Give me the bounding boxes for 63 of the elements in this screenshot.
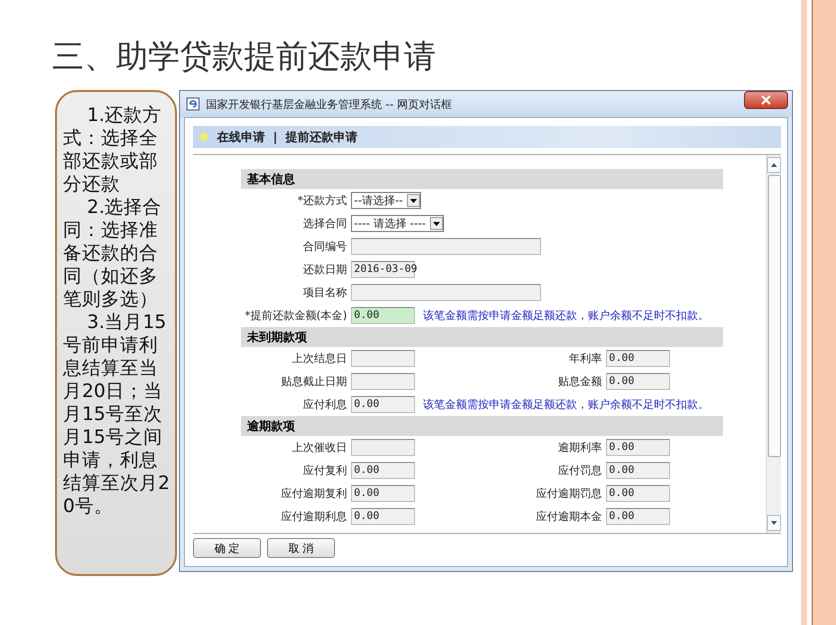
field-label: 应付逾期罚息 — [535, 486, 603, 501]
scroll-thumb[interactable] — [768, 175, 780, 457]
input-field[interactable]: 0.00 — [351, 508, 415, 525]
input-field[interactable]: 2016-03-09 — [351, 261, 415, 278]
field-label: *还款方式 — [296, 193, 348, 208]
dialog-title: 国家开发银行基层金融业务管理系统 -- 网页对话框 — [206, 96, 453, 112]
confirm-button[interactable]: 确 定 — [193, 538, 261, 558]
input-field[interactable]: 0.00 — [351, 396, 415, 413]
close-icon — [761, 95, 771, 105]
field-label: 应付利息 — [302, 397, 348, 412]
input-field[interactable]: 0.00 — [606, 373, 670, 390]
input-field[interactable]: 0.00 — [606, 462, 670, 479]
field-label: 逾期利率 — [557, 440, 603, 455]
scroll-up-icon[interactable] — [767, 157, 781, 173]
field-label: 应付逾期利息 — [280, 509, 348, 524]
field-label: 项目名称 — [302, 285, 348, 300]
input-field[interactable] — [351, 284, 541, 301]
close-button[interactable] — [744, 91, 788, 109]
breadcrumb-item[interactable]: 在线申请 — [217, 128, 265, 146]
note-paragraph: 2.选择合同：选择准备还款的合同（如还多笔则多选） — [63, 196, 163, 311]
field-label: 应付逾期本金 — [535, 509, 603, 524]
field-label: 上次结息日 — [291, 351, 348, 366]
field-label: 年利率 — [568, 351, 603, 366]
field-label: 应付复利 — [302, 463, 348, 478]
dropdown[interactable]: --请选择-- — [351, 192, 421, 209]
input-field[interactable]: 0.00 — [351, 485, 415, 502]
section-header: 未到期款项 — [241, 327, 723, 347]
section-header: 逾期款项 — [241, 416, 723, 436]
input-field[interactable]: 0.00 — [606, 508, 670, 525]
section-header: 基本信息 — [241, 169, 723, 189]
field-label: *提前还款金额(本金) — [244, 308, 348, 323]
field-label: 上次催收日 — [291, 440, 348, 455]
dot-icon — [199, 132, 209, 142]
input-field[interactable]: 0.00 — [606, 439, 670, 456]
field-label: 贴息截止日期 — [280, 374, 348, 389]
scrollbar[interactable] — [766, 155, 781, 533]
page-icon — [186, 97, 200, 111]
input-field[interactable]: 0.00 — [351, 462, 415, 479]
field-label: 还款日期 — [302, 262, 348, 277]
hint-text: 该笔金额需按申请金额足额还款，账户余额不足时不扣款。 — [423, 397, 709, 412]
input-field[interactable] — [351, 373, 415, 390]
breadcrumb-item[interactable]: 提前还款申请 — [285, 128, 358, 146]
field-label: 贴息金额 — [557, 374, 603, 389]
dropdown[interactable]: ---- 请选择 ---- — [351, 215, 444, 232]
hint-text: 该笔金额需按申请金额足额还款，账户余额不足时不扣款。 — [423, 308, 709, 323]
input-field[interactable]: 0.00 — [351, 307, 415, 324]
field-label: 选择合同 — [302, 216, 348, 231]
cancel-button[interactable]: 取 消 — [267, 538, 335, 558]
input-field[interactable] — [351, 238, 541, 255]
caret-icon — [406, 194, 420, 207]
scroll-down-icon[interactable] — [767, 515, 781, 531]
field-label: 合同编号 — [302, 239, 348, 254]
field-label: 应付逾期复利 — [280, 486, 348, 501]
input-field[interactable] — [351, 439, 415, 456]
slide-title: 三、助学贷款提前还款申请 — [52, 36, 437, 77]
note-paragraph: 1.还款方式：选择全部还款或部分还款 — [63, 104, 163, 196]
breadcrumb-separator: | — [273, 130, 278, 144]
input-field[interactable]: 0.00 — [606, 485, 670, 502]
caret-icon — [430, 217, 443, 230]
input-field[interactable] — [351, 350, 415, 367]
note-paragraph: 3.当月15号前申请利息结算至当月20日；当月15号至次月15号之间申请，利息结算至次月20号。 — [63, 311, 171, 518]
field-label: 应付罚息 — [557, 463, 603, 478]
input-field[interactable]: 0.00 — [606, 350, 670, 367]
